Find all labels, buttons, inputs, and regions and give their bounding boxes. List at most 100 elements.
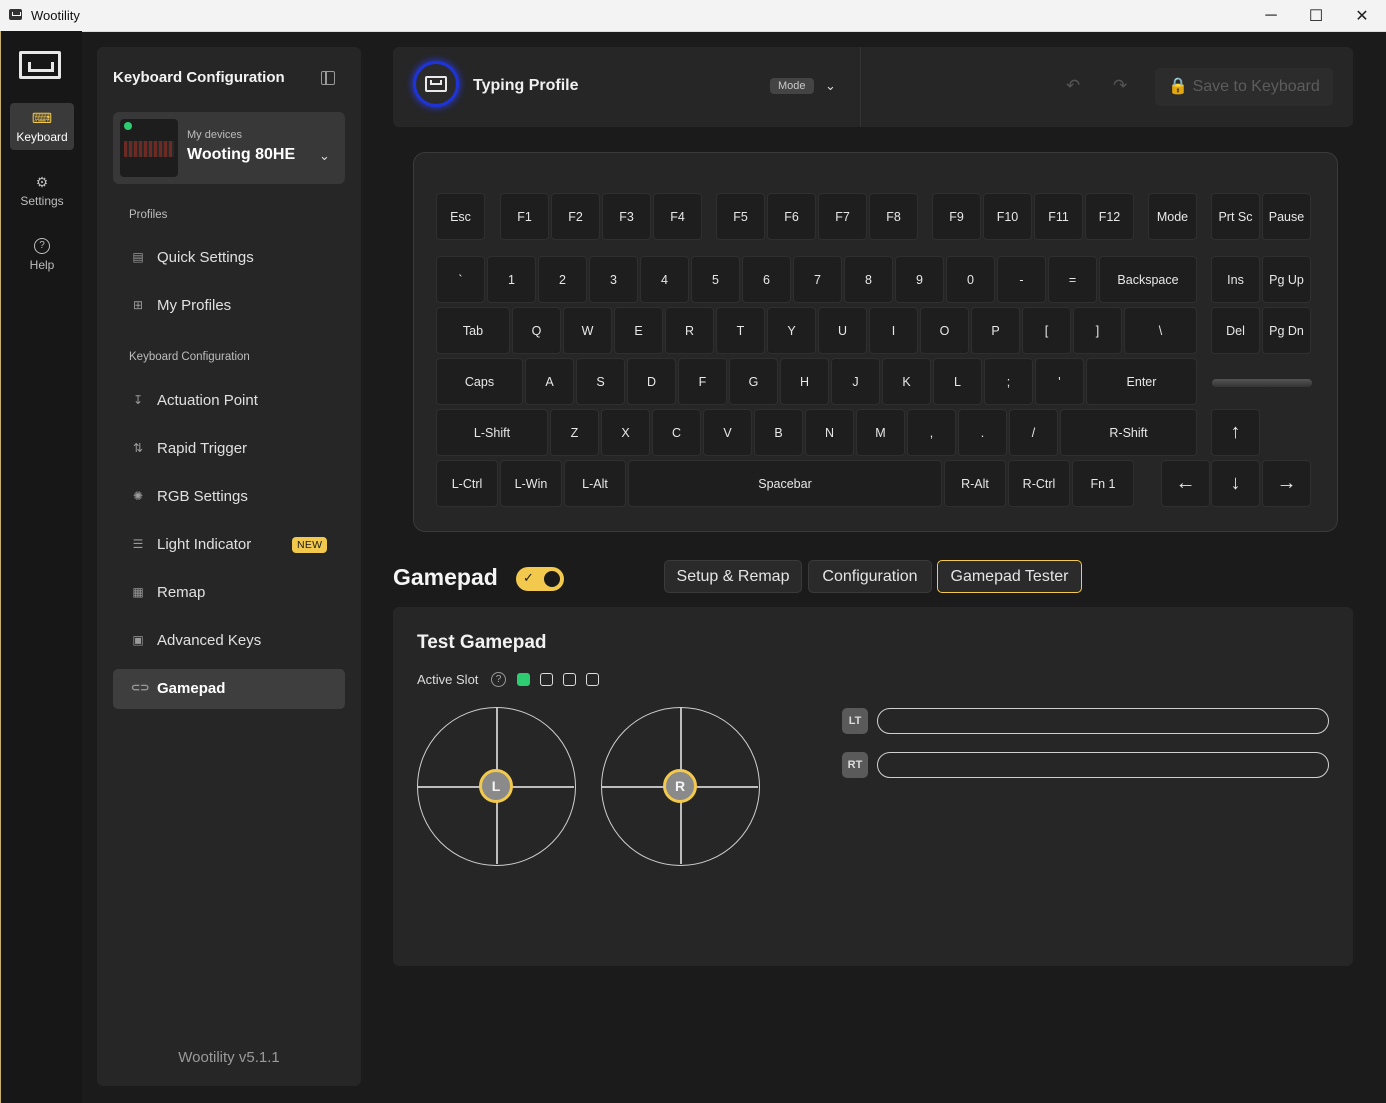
- sidebar-item-my-profiles[interactable]: ⊞ My Profiles: [113, 286, 345, 326]
- key-0[interactable]: 0: [946, 256, 995, 303]
- key-f3[interactable]: F3: [602, 193, 651, 240]
- undo-icon[interactable]: ↶: [1066, 76, 1080, 96]
- key-y[interactable]: Y: [767, 307, 816, 354]
- key-[interactable]: [: [1022, 307, 1071, 354]
- key-caps[interactable]: Caps: [436, 358, 523, 405]
- key-f[interactable]: F: [678, 358, 727, 405]
- key-[interactable]: .: [958, 409, 1007, 456]
- key-4[interactable]: 4: [640, 256, 689, 303]
- key-[interactable]: -: [997, 256, 1046, 303]
- key-ins[interactable]: Ins: [1211, 256, 1260, 303]
- key-f1[interactable]: F1: [500, 193, 549, 240]
- key-[interactable]: ←: [1161, 460, 1210, 507]
- rail-item-help[interactable]: ? Help: [10, 231, 74, 278]
- key-9[interactable]: 9: [895, 256, 944, 303]
- key-spacebar[interactable]: Spacebar: [628, 460, 942, 507]
- key-q[interactable]: Q: [512, 307, 561, 354]
- slot-3[interactable]: [563, 673, 576, 686]
- key-f8[interactable]: F8: [869, 193, 918, 240]
- key-m[interactable]: M: [856, 409, 905, 456]
- key-[interactable]: ;: [984, 358, 1033, 405]
- key-f4[interactable]: F4: [653, 193, 702, 240]
- key-k[interactable]: K: [882, 358, 931, 405]
- key-f9[interactable]: F9: [932, 193, 981, 240]
- key-l-shift[interactable]: L-Shift: [436, 409, 548, 456]
- tab-setup-remap[interactable]: Setup & Remap: [664, 560, 802, 593]
- rail-item-settings[interactable]: ⚙ Settings: [10, 167, 74, 214]
- sidebar-item-advanced-keys[interactable]: ▣ Advanced Keys: [113, 621, 345, 661]
- key-esc[interactable]: Esc: [436, 193, 485, 240]
- redo-icon[interactable]: ↷: [1113, 76, 1127, 96]
- sidebar-item-light-indicator[interactable]: ☰ Light Indicator NEW: [113, 525, 345, 565]
- key-p[interactable]: P: [971, 307, 1020, 354]
- key-pause[interactable]: Pause: [1262, 193, 1311, 240]
- key-[interactable]: \: [1124, 307, 1197, 354]
- sidebar-item-quick-settings[interactable]: ▤ Quick Settings: [113, 238, 345, 278]
- key-f11[interactable]: F11: [1034, 193, 1083, 240]
- tab-configuration[interactable]: Configuration: [808, 560, 932, 593]
- key-w[interactable]: W: [563, 307, 612, 354]
- key-r-alt[interactable]: R-Alt: [944, 460, 1006, 507]
- slot-4[interactable]: [586, 673, 599, 686]
- key-a[interactable]: A: [525, 358, 574, 405]
- key-3[interactable]: 3: [589, 256, 638, 303]
- slot-1[interactable]: [517, 673, 530, 686]
- key-e[interactable]: E: [614, 307, 663, 354]
- device-selector[interactable]: My devices Wooting 80HE ⌄: [113, 112, 345, 184]
- key-f5[interactable]: F5: [716, 193, 765, 240]
- key-g[interactable]: G: [729, 358, 778, 405]
- sidebar-item-actuation-point[interactable]: ↧ Actuation Point: [113, 381, 345, 421]
- save-to-keyboard-button[interactable]: 🔒 Save to Keyboard: [1155, 68, 1333, 106]
- key-l[interactable]: L: [933, 358, 982, 405]
- key-u[interactable]: U: [818, 307, 867, 354]
- key-[interactable]: `: [436, 256, 485, 303]
- key-i[interactable]: I: [869, 307, 918, 354]
- key-mode[interactable]: Mode: [1148, 193, 1197, 240]
- key-fn-1[interactable]: Fn 1: [1072, 460, 1134, 507]
- key-z[interactable]: Z: [550, 409, 599, 456]
- slot-2[interactable]: [540, 673, 553, 686]
- help-icon[interactable]: ?: [491, 672, 506, 687]
- key-s[interactable]: S: [576, 358, 625, 405]
- key-pg-dn[interactable]: Pg Dn: [1262, 307, 1311, 354]
- key-c[interactable]: C: [652, 409, 701, 456]
- key-tab[interactable]: Tab: [436, 307, 510, 354]
- key-[interactable]: =: [1048, 256, 1097, 303]
- key-d[interactable]: D: [627, 358, 676, 405]
- key-[interactable]: →: [1262, 460, 1311, 507]
- key-r[interactable]: R: [665, 307, 714, 354]
- key-pg-up[interactable]: Pg Up: [1262, 256, 1311, 303]
- profile-name[interactable]: Typing Profile: [473, 77, 578, 95]
- key-l-alt[interactable]: L-Alt: [564, 460, 626, 507]
- key-l-win[interactable]: L-Win: [500, 460, 562, 507]
- key-o[interactable]: O: [920, 307, 969, 354]
- key-x[interactable]: X: [601, 409, 650, 456]
- key-v[interactable]: V: [703, 409, 752, 456]
- key-l-ctrl[interactable]: L-Ctrl: [436, 460, 498, 507]
- key-f10[interactable]: F10: [983, 193, 1032, 240]
- key-del[interactable]: Del: [1211, 307, 1260, 354]
- rail-item-keyboard[interactable]: ⌨ Keyboard: [10, 103, 74, 150]
- key-enter[interactable]: Enter: [1086, 358, 1197, 405]
- key-prt-sc[interactable]: Prt Sc: [1211, 193, 1260, 240]
- key-h[interactable]: H: [780, 358, 829, 405]
- mode-badge[interactable]: Mode: [770, 78, 814, 94]
- key-r-shift[interactable]: R-Shift: [1060, 409, 1197, 456]
- key-f7[interactable]: F7: [818, 193, 867, 240]
- rotary-knob[interactable]: [1212, 379, 1312, 387]
- sidebar-item-remap[interactable]: ▦ Remap: [113, 573, 345, 613]
- key-f12[interactable]: F12: [1085, 193, 1134, 240]
- key-j[interactable]: J: [831, 358, 880, 405]
- key-f6[interactable]: F6: [767, 193, 816, 240]
- key-2[interactable]: 2: [538, 256, 587, 303]
- key-t[interactable]: T: [716, 307, 765, 354]
- key-n[interactable]: N: [805, 409, 854, 456]
- key-[interactable]: ↑: [1211, 409, 1260, 456]
- sidebar-item-rapid-trigger[interactable]: ⇅ Rapid Trigger: [113, 429, 345, 469]
- minimize-button[interactable]: ─: [1248, 0, 1294, 31]
- key-8[interactable]: 8: [844, 256, 893, 303]
- key-r-ctrl[interactable]: R-Ctrl: [1008, 460, 1070, 507]
- chevron-down-icon[interactable]: ⌄: [319, 148, 330, 164]
- maximize-button[interactable]: ☐: [1293, 0, 1339, 31]
- key-f2[interactable]: F2: [551, 193, 600, 240]
